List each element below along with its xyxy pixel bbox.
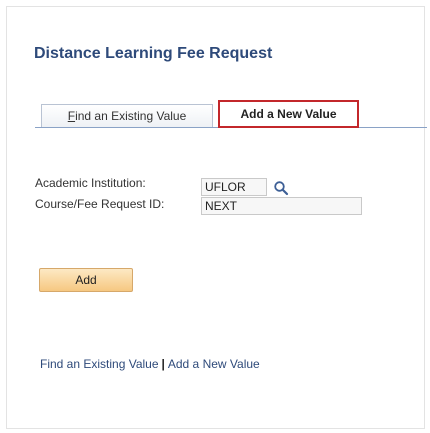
course-fee-request-id-input[interactable]: NEXT xyxy=(201,197,362,215)
page-title: Distance Learning Fee Request xyxy=(34,45,273,62)
add-button[interactable]: Add xyxy=(39,268,133,292)
footer-links: Find an Existing Value | Add a New Value xyxy=(40,357,260,371)
lookup-button[interactable] xyxy=(273,180,289,196)
course-fee-request-id-label: Course/Fee Request ID: xyxy=(35,197,165,211)
academic-institution-input[interactable]: UFLOR xyxy=(201,178,267,196)
add-new-value-link[interactable]: Add a New Value xyxy=(168,357,260,371)
tab-add-new-value[interactable]: Add a New Value xyxy=(218,100,359,128)
tab-find-existing-value[interactable]: Find an Existing Value xyxy=(41,104,213,127)
tab-bar: Find an Existing Value Add a New Value xyxy=(35,100,427,130)
page-frame: Distance Learning Fee Request Find an Ex… xyxy=(6,6,427,429)
magnifier-icon xyxy=(274,181,289,196)
tab-label: ind an Existing Value xyxy=(75,109,187,123)
tab-accesskey: F xyxy=(67,109,76,123)
tab-label: Add a New Value xyxy=(240,107,337,121)
find-existing-value-link[interactable]: Find an Existing Value xyxy=(40,357,159,371)
academic-institution-label: Academic Institution: xyxy=(35,176,146,190)
link-separator: | xyxy=(161,357,165,371)
